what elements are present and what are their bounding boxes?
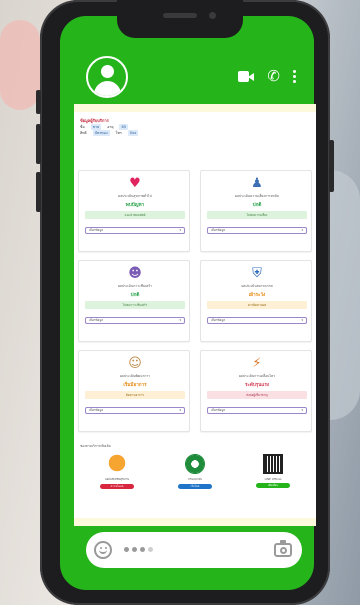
card-label: ผลประเมินสมรรถภาพ	[241, 284, 273, 288]
card-select[interactable]: เลือกข้อมูล ▾	[85, 317, 185, 324]
service-item[interactable]: แอปพลิเคชันสุขภาพ ดาวน์โหลด	[82, 454, 152, 489]
card-select[interactable]: เลือกข้อมูล ▾	[85, 227, 185, 234]
card-status: ระดับรุนแรง	[244, 383, 270, 388]
assessment-card[interactable]: ⛨ ผลประเมินสมรรถภาพ เฝ้าระวัง ควรติดตามผ…	[200, 260, 312, 342]
image-top-strip	[74, 104, 316, 112]
more-menu-icon[interactable]	[293, 70, 296, 83]
assessment-card[interactable]: ♥ ผลประเมินสุขภาพทั่วไป พบปัญหา แนะนำพบแ…	[78, 170, 190, 252]
volume-up-button	[36, 90, 41, 114]
volume-down-button	[36, 124, 41, 164]
service-button[interactable]: เว็บไซต์	[178, 484, 212, 489]
field-value: บัตรทอง	[92, 130, 110, 136]
chevron-down-icon: ▾	[301, 228, 303, 232]
phone-call-icon[interactable]: ✆	[267, 69, 280, 84]
services-heading: ช่องทางบริการเพิ่มเติม	[80, 444, 111, 448]
tiger-mascot-icon	[107, 454, 127, 474]
background-blur	[0, 20, 40, 110]
assessment-card[interactable]: ♟ ผลประเมินความเสี่ยงการหกล้ม ปกติ ไม่พบ…	[200, 170, 312, 252]
assessment-card[interactable]: ⚡ ผลประเมินการเคลื่อนไหว ระดับรุนแรง ส่ง…	[200, 350, 312, 432]
card-status: เฝ้าระวัง	[248, 293, 266, 298]
chevron-down-icon: ▾	[179, 228, 181, 232]
service-button[interactable]: ดาวน์โหลด	[100, 484, 134, 489]
card-note: ควรติดตามผล	[207, 301, 307, 309]
chevron-down-icon: ▾	[179, 408, 181, 412]
typing-indicator	[124, 547, 153, 552]
brain-icon: ☻	[128, 266, 142, 281]
card-select[interactable]: เลือกข้อมูล ▾	[207, 407, 307, 414]
assessment-card[interactable]: ☺ ผลประเมินพัฒนาการ เริ่มมีอาการ ติดตามอ…	[78, 350, 190, 432]
services-section: ช่องทางบริการเพิ่มเติม แอปพลิเคชันสุขภาพ…	[78, 444, 312, 502]
chat-header: ✆	[86, 56, 302, 98]
emoji-icon[interactable]	[94, 541, 112, 559]
qr-code-icon	[263, 454, 283, 474]
card-select[interactable]: เลือกข้อมูล ▾	[207, 227, 307, 234]
info-row: สิทธิ บัตรทอง โทร 0xx	[80, 130, 310, 136]
chevron-down-icon: ▾	[301, 318, 303, 322]
image-bottom-strip	[74, 518, 316, 526]
card-note: ไม่พบความเสี่ยง	[207, 211, 307, 219]
assessment-card[interactable]: ☻ ผลประเมินภาวะซึมเศร้า ปกติ ไม่พบภาวะซึ…	[78, 260, 190, 342]
card-note: ไม่พบภาวะซึมเศร้า	[85, 301, 185, 309]
card-label: ผลประเมินสุขภาพทั่วไป	[118, 194, 152, 198]
mute-button	[36, 172, 41, 212]
card-label: ผลประเมินพัฒนาการ	[119, 374, 150, 378]
card-label: ผลประเมินการเคลื่อนไหว	[238, 374, 276, 378]
card-label: ผลประเมินความเสี่ยงการหกล้ม	[235, 194, 279, 198]
service-caption: LINE Official	[264, 477, 282, 481]
camera-icon[interactable]	[274, 540, 292, 557]
service-item[interactable]: LINE Official เพิ่มเพื่อน	[238, 454, 308, 488]
field-label: สิทธิ	[80, 131, 87, 135]
card-note: ส่งต่อผู้เชี่ยวชาญ	[207, 391, 307, 399]
chevron-down-icon: ▾	[179, 318, 181, 322]
shared-screenshot: ข้อมูลผู้รับบริการ ชื่อ ชาย อายุ 65 สิทธ…	[74, 112, 316, 526]
card-status: พบปัญหา	[125, 203, 145, 208]
service-caption: แอปพลิเคชันสุขภาพ	[104, 477, 130, 481]
person-icon: ♟	[251, 176, 263, 191]
chat-input-bar[interactable]	[86, 532, 302, 568]
service-caption: กรมอนามัย	[188, 477, 202, 481]
front-camera	[209, 12, 216, 19]
card-select[interactable]: เลือกข้อมูล ▾	[85, 407, 185, 414]
card-note: ติดตามอาการ	[85, 391, 185, 399]
service-item[interactable]: กรมอนามัย เว็บไซต์	[160, 454, 230, 489]
heart-pulse-icon: ♥	[129, 176, 141, 191]
service-button[interactable]: เพิ่มเพื่อน	[256, 483, 290, 488]
power-button	[329, 140, 334, 192]
speaker	[163, 13, 197, 18]
card-note: แนะนำพบแพทย์	[85, 211, 185, 219]
chevron-down-icon: ▾	[301, 408, 303, 412]
field-label: โทร	[115, 131, 122, 135]
field-value: 0xx	[127, 130, 139, 136]
card-status: ปกติ	[252, 203, 262, 208]
card-status: เริ่มมีอาการ	[123, 383, 147, 388]
patient-info: ข้อมูลผู้รับบริการ ชื่อ ชาย อายุ 65 สิทธ…	[74, 112, 316, 138]
card-select[interactable]: เลือกข้อมูล ▾	[207, 317, 307, 324]
runner-icon: ⚡	[252, 356, 262, 371]
phone-notch	[117, 0, 243, 38]
health-dept-logo-icon	[185, 454, 205, 474]
card-label: ผลประเมินภาวะซึมเศร้า	[117, 284, 153, 288]
card-status: ปกติ	[130, 293, 140, 298]
video-call-icon[interactable]	[238, 71, 255, 82]
child-icon: ☺	[128, 356, 142, 371]
shield-icon: ⛨	[252, 266, 262, 281]
avatar[interactable]	[86, 56, 128, 98]
